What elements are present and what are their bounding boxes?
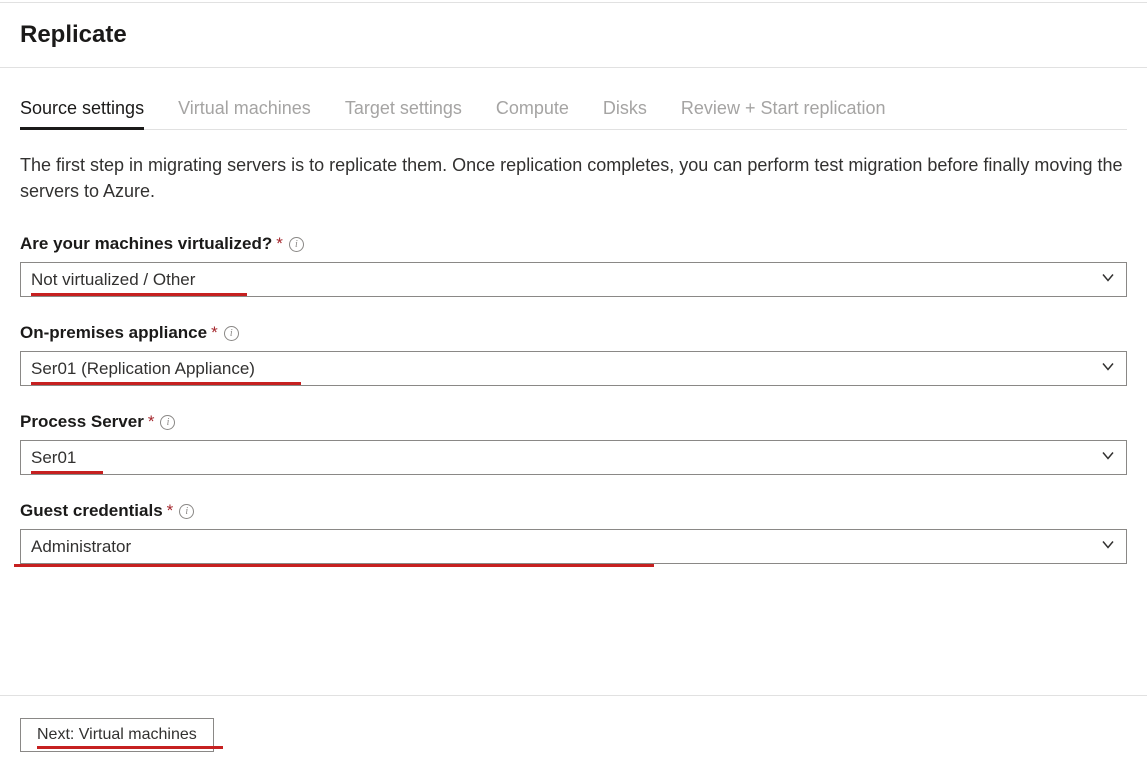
info-icon[interactable]: i <box>179 504 194 519</box>
tabs-container: Source settings Virtual machines Target … <box>20 98 1127 130</box>
appliance-value: Ser01 (Replication Appliance) <box>31 359 255 379</box>
description-text: The first step in migrating servers is t… <box>20 152 1127 204</box>
tab-source-settings[interactable]: Source settings <box>20 98 144 129</box>
info-icon[interactable]: i <box>289 237 304 252</box>
bottom-bar: Next: Virtual machines <box>0 695 1147 774</box>
chevron-down-icon <box>1100 536 1116 557</box>
tab-compute[interactable]: Compute <box>496 98 569 129</box>
guest-credentials-select[interactable]: Administrator <box>20 529 1127 564</box>
tab-virtual-machines[interactable]: Virtual machines <box>178 98 311 129</box>
process-server-value: Ser01 <box>31 448 76 468</box>
virtualized-value: Not virtualized / Other <box>31 270 195 290</box>
guest-credentials-value: Administrator <box>31 537 131 557</box>
next-button[interactable]: Next: Virtual machines <box>20 718 214 752</box>
tab-review-start[interactable]: Review + Start replication <box>681 98 886 129</box>
guest-credentials-label: Guest credentials * i <box>20 501 1127 521</box>
chevron-down-icon <box>1100 269 1116 290</box>
tab-disks[interactable]: Disks <box>603 98 647 129</box>
required-marker: * <box>167 501 174 521</box>
process-server-label: Process Server * i <box>20 412 1127 432</box>
info-icon[interactable]: i <box>160 415 175 430</box>
required-marker: * <box>211 323 218 343</box>
tab-target-settings[interactable]: Target settings <box>345 98 462 129</box>
virtualized-label: Are your machines virtualized? * i <box>20 234 1127 254</box>
annotation-underline <box>14 564 654 567</box>
page-title: Replicate <box>0 3 1147 67</box>
chevron-down-icon <box>1100 358 1116 379</box>
appliance-label: On-premises appliance * i <box>20 323 1127 343</box>
chevron-down-icon <box>1100 447 1116 468</box>
required-marker: * <box>276 234 283 254</box>
virtualized-select[interactable]: Not virtualized / Other <box>20 262 1127 297</box>
appliance-select[interactable]: Ser01 (Replication Appliance) <box>20 351 1127 386</box>
process-server-select[interactable]: Ser01 <box>20 440 1127 475</box>
required-marker: * <box>148 412 155 432</box>
info-icon[interactable]: i <box>224 326 239 341</box>
